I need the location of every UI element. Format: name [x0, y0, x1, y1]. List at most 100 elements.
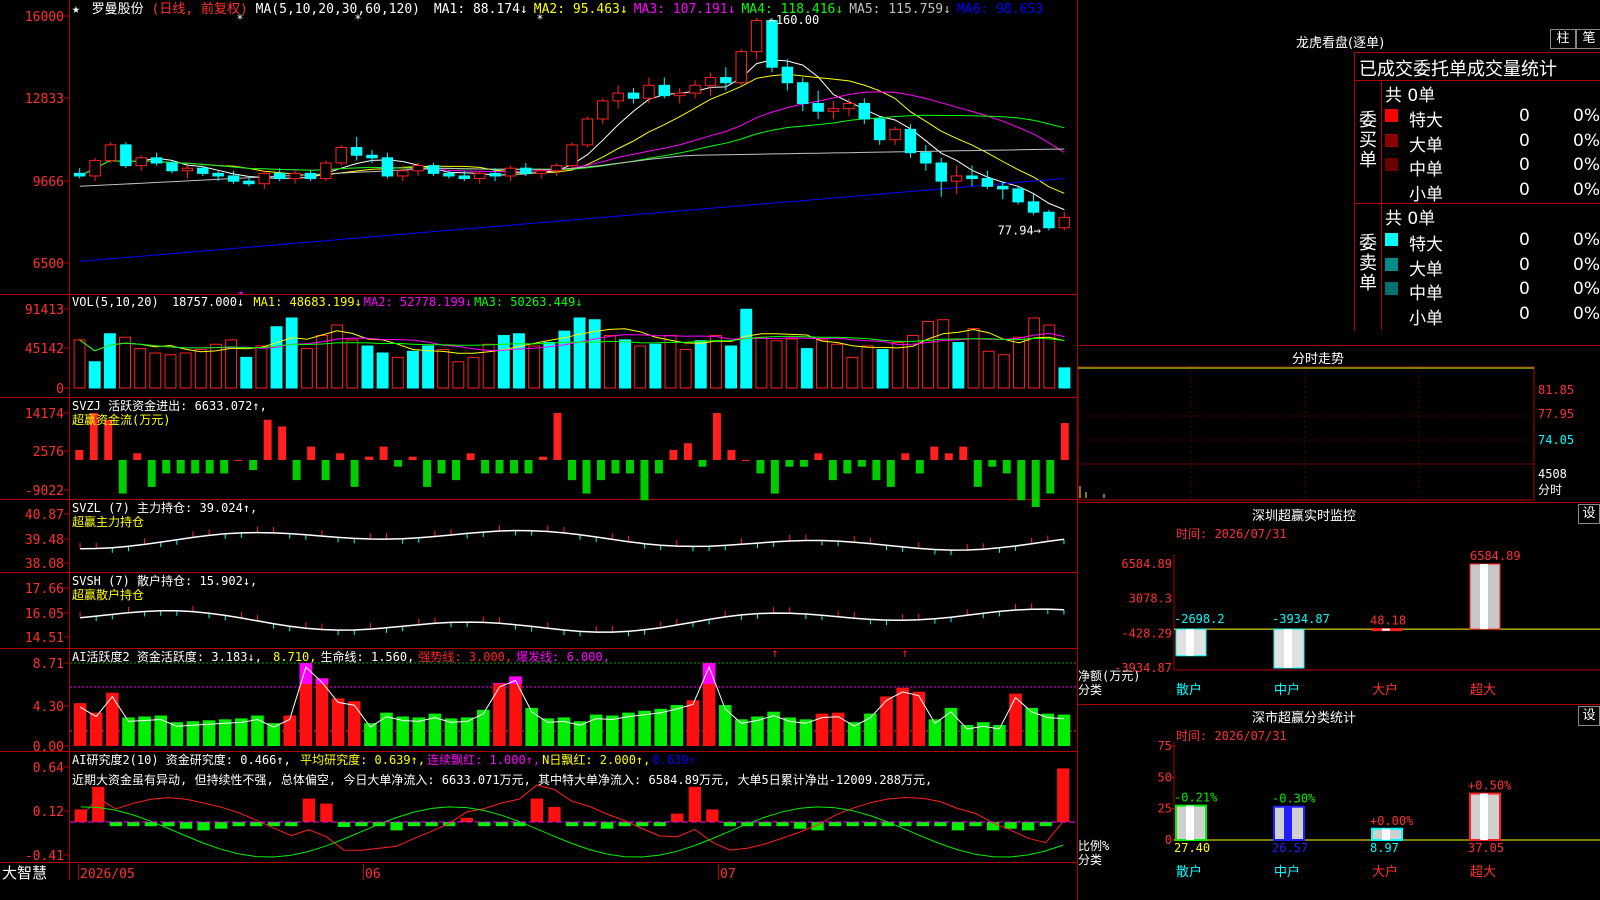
money-flow-bar: [872, 460, 881, 481]
research-bar: [916, 822, 930, 827]
volume-bar: [422, 345, 435, 389]
class-y-label: 50: [1158, 770, 1172, 784]
research-bar: [337, 822, 351, 828]
svsh-panel[interactable]: 17.66 16.05 14.51: [25, 582, 1065, 646]
volume-bar: [588, 319, 601, 389]
volume-bar: [391, 356, 404, 389]
intraday-y-label: 分时: [1538, 483, 1562, 497]
volume-bar: [876, 348, 889, 389]
svzl-panel[interactable]: 40.87 39.48 38.08: [25, 508, 1065, 572]
candle-body: [73, 172, 86, 177]
research-bar: [320, 803, 333, 822]
order-name: 小单: [1409, 184, 1443, 205]
candle-body: [120, 144, 132, 167]
volume-bar: [816, 339, 828, 389]
class-change-label: +0.00%: [1370, 814, 1414, 828]
money-flow-bar: [423, 460, 432, 487]
order-name: 中单: [1409, 160, 1443, 180]
y-axis-label: 39.48: [25, 533, 64, 548]
activity-bar: [896, 687, 909, 746]
money-flow-bar: [959, 446, 968, 460]
class-category: 超大: [1470, 865, 1496, 880]
research-line-green: [80, 806, 1064, 858]
sell-order-label-cell: 委卖单: [1355, 204, 1382, 330]
candle-body: [335, 146, 347, 164]
candle-body: [997, 185, 1009, 190]
research-bar: [829, 822, 842, 827]
main-chart-area[interactable]: 160001283396666500←160.0077.94→* * * 91413…: [0, 0, 1080, 900]
intraday-chart[interactable]: 81.85 77.95 74.05 4508 分时: [1078, 366, 1600, 502]
research-bar: [197, 822, 210, 831]
candle-body: [535, 170, 547, 174]
monitor-bar-highlight: [1284, 629, 1292, 668]
money-flow-bar: [568, 460, 576, 481]
order-name: 大单: [1409, 259, 1443, 280]
order-qty: 0: [1519, 155, 1530, 175]
money-flow-bar: [1002, 460, 1011, 474]
color-swatch: [1385, 158, 1398, 171]
tick-mode-button[interactable]: 笔: [1576, 29, 1600, 49]
activity-bar: [912, 691, 926, 746]
y-axis-label: 4.30: [33, 700, 64, 715]
candle-body: [443, 172, 455, 177]
monitor-bar-highlight: [1382, 628, 1390, 631]
header-value: N日飘红: 2.000↑,: [542, 752, 650, 767]
y-axis-label: 12833: [25, 92, 64, 107]
y-axis-label: 0.64: [33, 761, 64, 776]
monitor-y-label: 3078.3: [1129, 592, 1172, 606]
class-y-label: 25: [1158, 802, 1172, 816]
svzl-subtitle: 超赢主力持仓: [72, 514, 144, 529]
order-row: 中单 0 0%: [1383, 278, 1600, 304]
money-flow-bar: [249, 460, 258, 471]
research-bar: [302, 798, 315, 822]
bar-mode-button[interactable]: 柱: [1550, 29, 1576, 49]
volume-bar: [103, 333, 116, 389]
svzj-panel[interactable]: 14174 2576 -9022: [25, 407, 1069, 507]
candle-body: [581, 118, 594, 146]
ma-header: MA(5,10,20,30,60,120): [256, 2, 420, 17]
money-flow-bar: [147, 460, 156, 487]
money-flow-bar: [915, 460, 924, 474]
header-value: MA1: 88.174↓: [434, 2, 528, 17]
money-flow-bar: [640, 460, 649, 501]
money-flow-bar: [437, 460, 446, 474]
svzl-header: SVZL (7) 主力持仓: 39.024↑,: [72, 500, 257, 515]
order-label-char: 单: [1359, 273, 1377, 294]
money-flow-bar: [973, 460, 982, 487]
volume-bar: [240, 356, 253, 389]
money-flow-bar: [785, 460, 794, 467]
sz-monitor-settings-button[interactable]: 设: [1578, 504, 1600, 524]
volume-bar: [361, 345, 374, 389]
volume-bar: [255, 345, 268, 389]
candle-body: [1043, 211, 1055, 229]
activity-bar: [606, 715, 619, 746]
class-bar-highlight: [1284, 806, 1292, 840]
research-bar: [706, 809, 719, 822]
candle-body: [673, 92, 686, 97]
volume-bar: [1013, 336, 1025, 389]
y-axis-label: 91413: [25, 303, 64, 318]
order-row: 特大 0 0%: [1383, 105, 1600, 131]
class-bar-highlight: [1186, 805, 1194, 840]
activity-bar: [477, 709, 490, 746]
candle-body: [873, 118, 886, 141]
y-axis-label: 14.51: [25, 631, 64, 646]
research-bar: [583, 822, 596, 827]
sz-monitor-chart[interactable]: 时间: 2026/07/31 6584.89 3078.3 -428.29 -3934.…: [1078, 524, 1600, 702]
volume-bar: [694, 340, 707, 389]
volume-bar: [952, 341, 965, 389]
money-flow-bar: [625, 460, 634, 474]
y-axis-label: 6500: [33, 257, 64, 272]
candle-body: [643, 84, 655, 99]
price-panel[interactable]: 160001283396666500←160.0077.94→* * *: [25, 10, 1071, 272]
stock-chart-app: 16000 12833 9666 6500 ←160.00 77.94→ * * * 91413…: [0, 0, 1600, 900]
color-swatch: [1385, 233, 1398, 246]
research-bar: [460, 817, 473, 822]
research-bar: [969, 822, 982, 827]
order-qty: 0: [1519, 106, 1530, 126]
sz-class-chart[interactable]: 时间: 2026/07/317550250比例%分类-0.21%27.40散户-…: [1078, 726, 1600, 900]
research-bar: [530, 798, 544, 822]
order-pct: 0%: [1573, 230, 1600, 250]
activity-burst-bar: [493, 683, 506, 685]
sz-class-settings-button[interactable]: 设: [1578, 706, 1600, 726]
